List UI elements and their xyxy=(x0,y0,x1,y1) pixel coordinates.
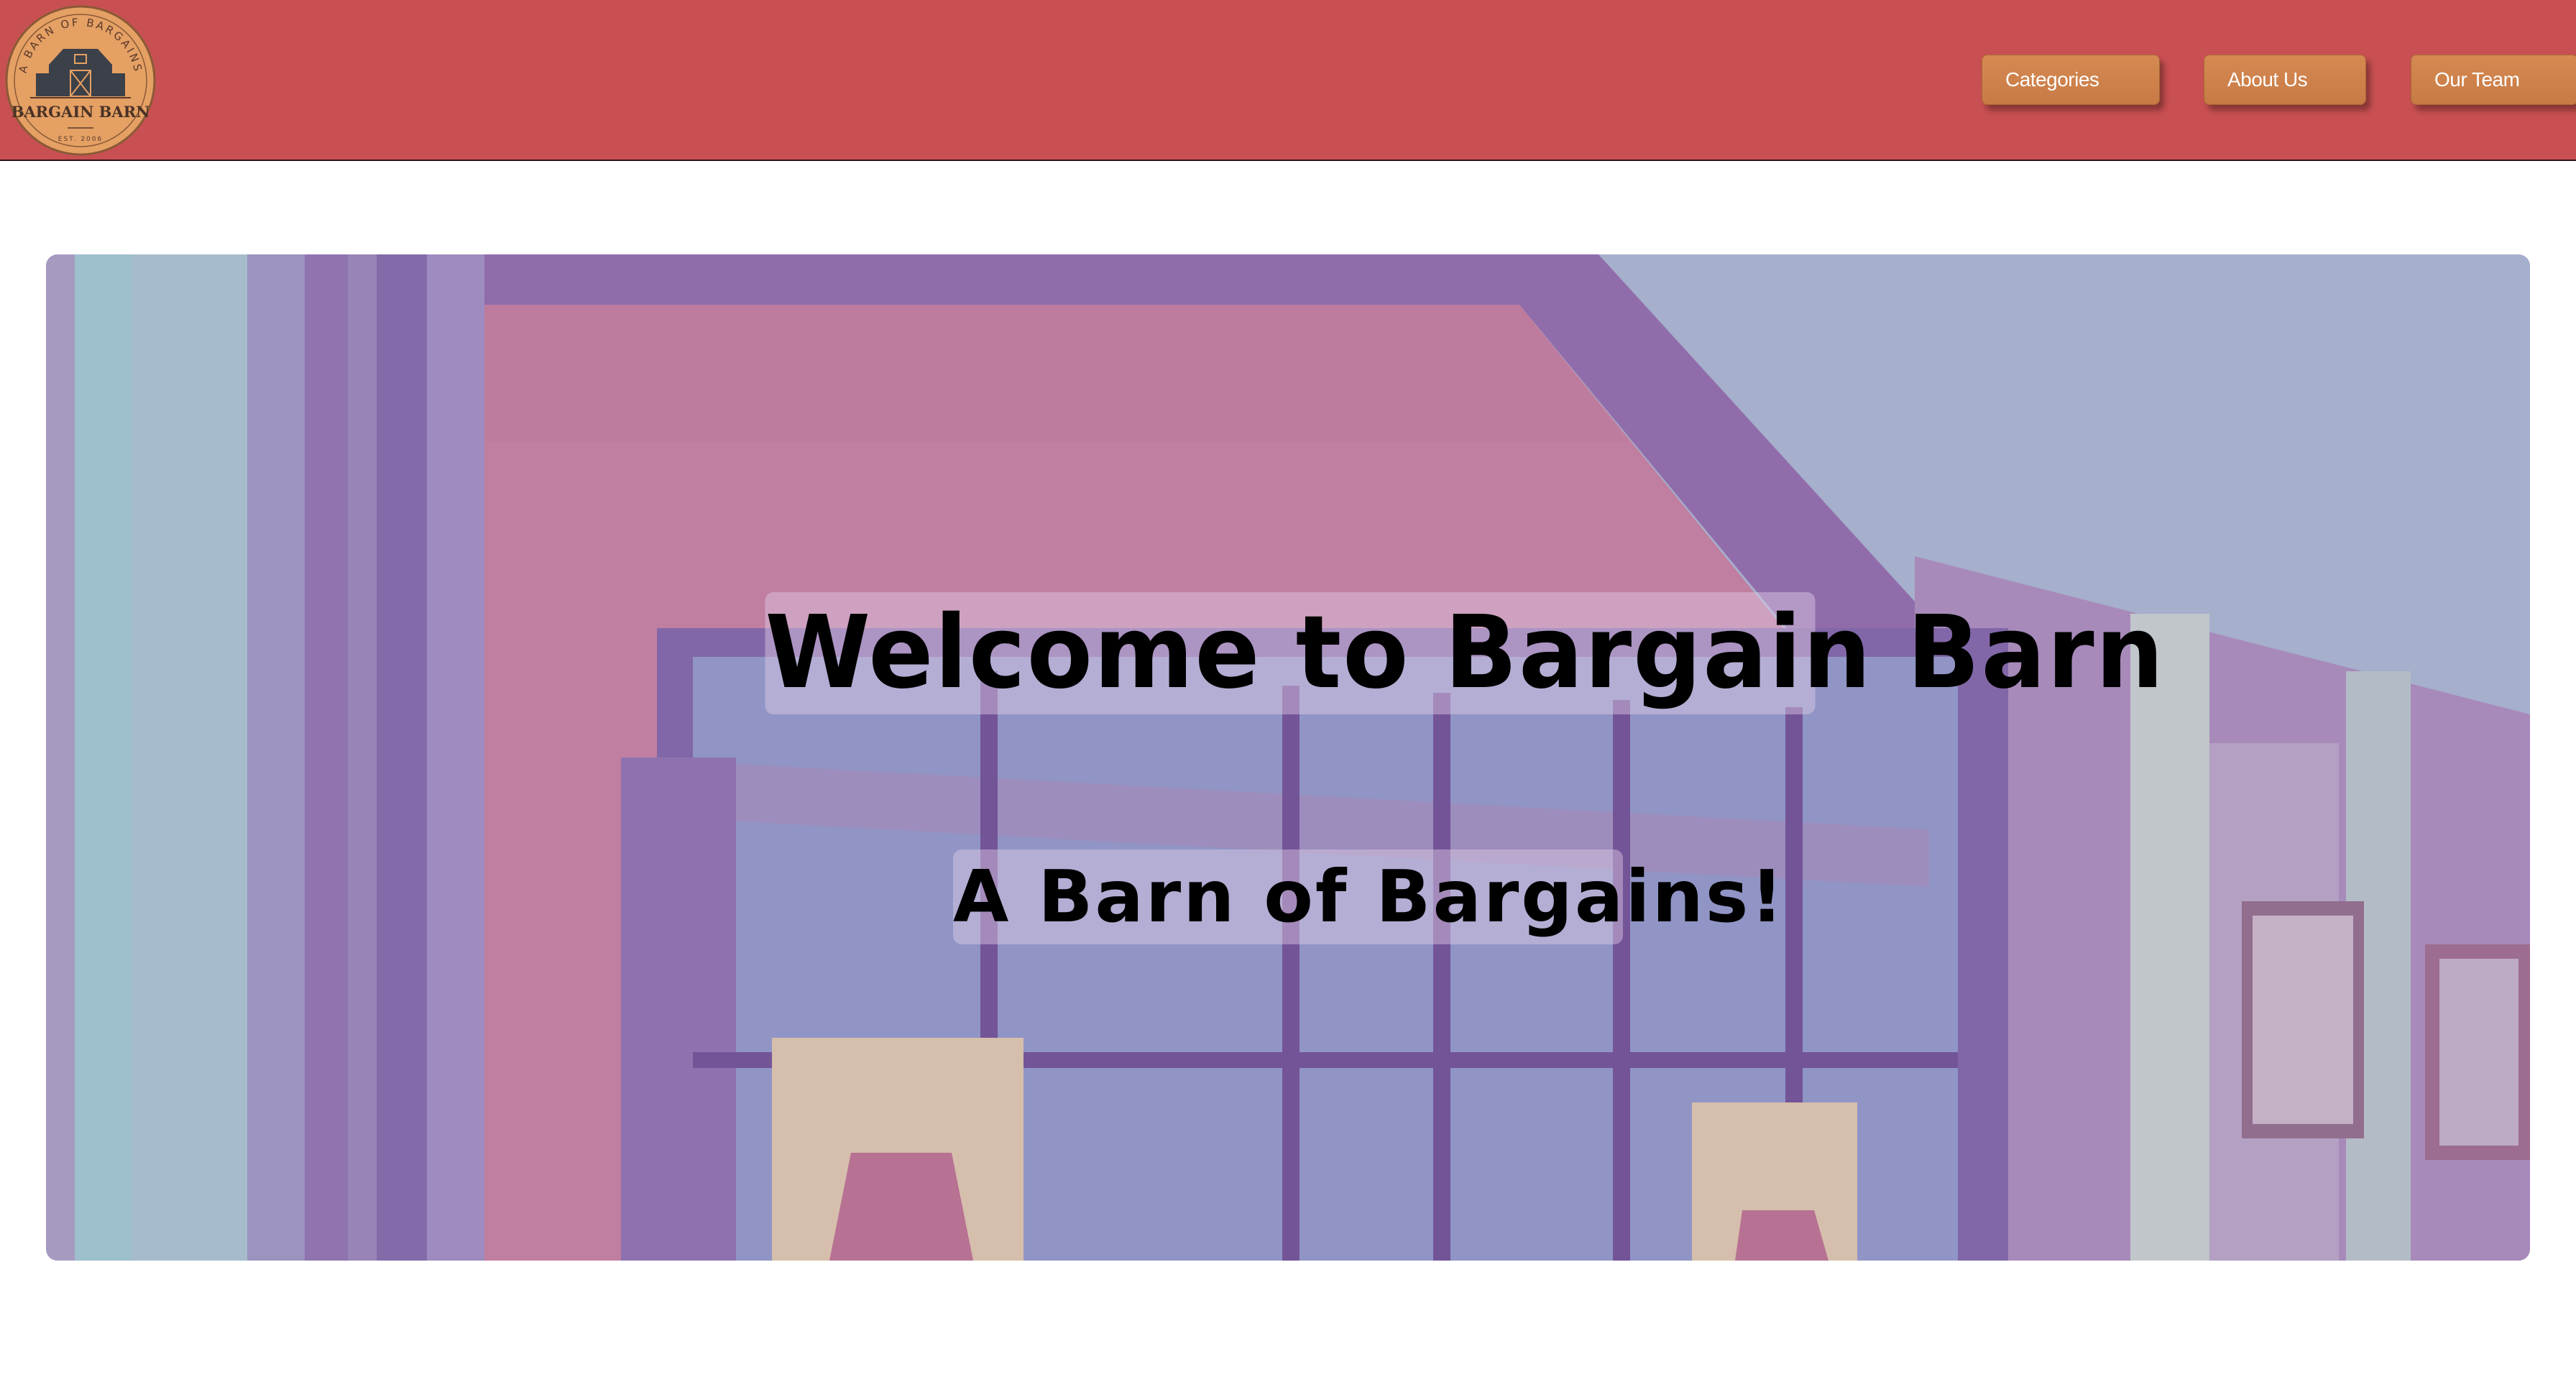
nav-categories-button[interactable]: Categories xyxy=(1982,55,2160,105)
barn-logo-icon: A BARN OF BARGAINS BARGAIN BARN EST. 200… xyxy=(5,5,156,156)
svg-text:BARGAIN BARN: BARGAIN BARN xyxy=(12,103,150,121)
nav-about-us-button[interactable]: About Us xyxy=(2204,55,2366,105)
hero-subtitle: A Barn of Bargains! xyxy=(953,849,1783,944)
top-navigation-bar: A BARN OF BARGAINS BARGAIN BARN EST. 200… xyxy=(0,0,2576,161)
bargain-barn-logo[interactable]: A BARN OF BARGAINS BARGAIN BARN EST. 200… xyxy=(4,4,157,157)
hero-banner: Welcome to Bargain Barn A Barn of Bargai… xyxy=(46,254,2530,1261)
storefront-background-image xyxy=(46,254,2530,1261)
nav-our-team-button[interactable]: Our Team xyxy=(2411,55,2576,105)
svg-text:EST. 2006: EST. 2006 xyxy=(58,136,103,143)
hero-title: Welcome to Bargain Barn xyxy=(765,592,2163,714)
